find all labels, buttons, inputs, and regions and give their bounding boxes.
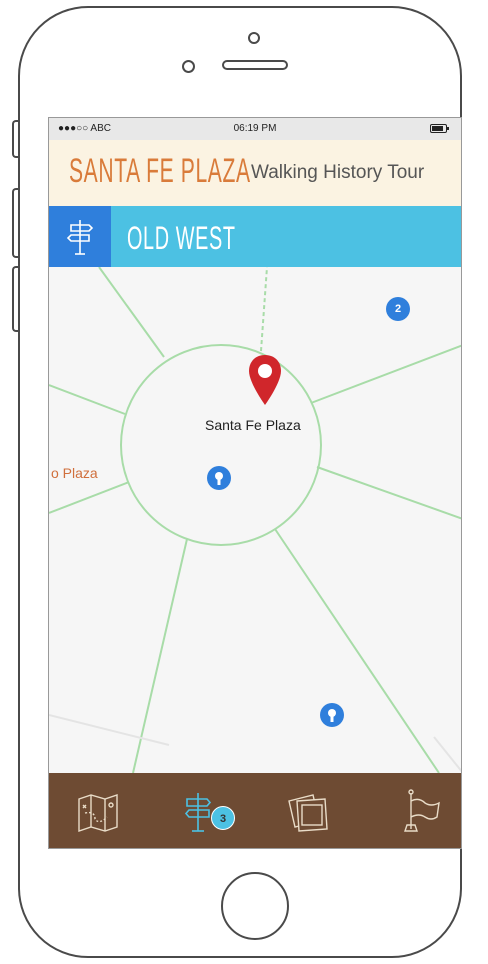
keyhole-icon [328, 709, 336, 722]
front-camera-icon [182, 60, 195, 73]
flag-icon [404, 789, 440, 832]
selected-pin-label: Santa Fe Plaza [205, 417, 301, 433]
section-title: OLD WEST [127, 220, 236, 256]
status-time: 06:19 PM [233, 123, 277, 134]
signpost-icon [66, 220, 94, 255]
speaker-grill [222, 60, 288, 70]
app-header: SANTA FE PLAZA Walking History Tour [49, 140, 461, 206]
street-label: o Plaza [51, 465, 98, 481]
app-subtitle: Walking History Tour [251, 162, 425, 183]
section-icon-box[interactable] [49, 206, 111, 267]
app-title: SANTA FE PLAZA [69, 152, 251, 190]
poi-marker-icon[interactable] [207, 466, 231, 490]
tab-photos[interactable] [283, 787, 333, 837]
bottom-tab-bar: 3 [49, 773, 461, 848]
map-roads [49, 267, 461, 773]
tour-stops-badge: 3 [211, 806, 235, 830]
poi-marker-icon[interactable] [320, 703, 344, 727]
selected-location-pin-icon[interactable] [246, 353, 284, 409]
tab-map[interactable] [73, 787, 123, 837]
cluster-count: 2 [394, 303, 402, 315]
status-bar: ●●●○○ ABC 06:19 PM [49, 118, 461, 140]
home-button[interactable] [221, 872, 289, 940]
battery-icon [430, 124, 449, 133]
keyhole-icon [215, 472, 223, 485]
cluster-marker[interactable]: 2 [386, 297, 410, 321]
section-bar[interactable]: OLD WEST [49, 206, 461, 267]
app-screen: ●●●○○ ABC 06:19 PM SANTA FE PLAZA Walkin… [48, 117, 462, 849]
tab-finish[interactable] [395, 787, 445, 837]
map-icon [78, 794, 118, 832]
map-view[interactable]: Santa Fe Plaza o Plaza 2 [49, 267, 461, 773]
photos-icon [288, 794, 328, 832]
camera-icon [248, 32, 260, 44]
